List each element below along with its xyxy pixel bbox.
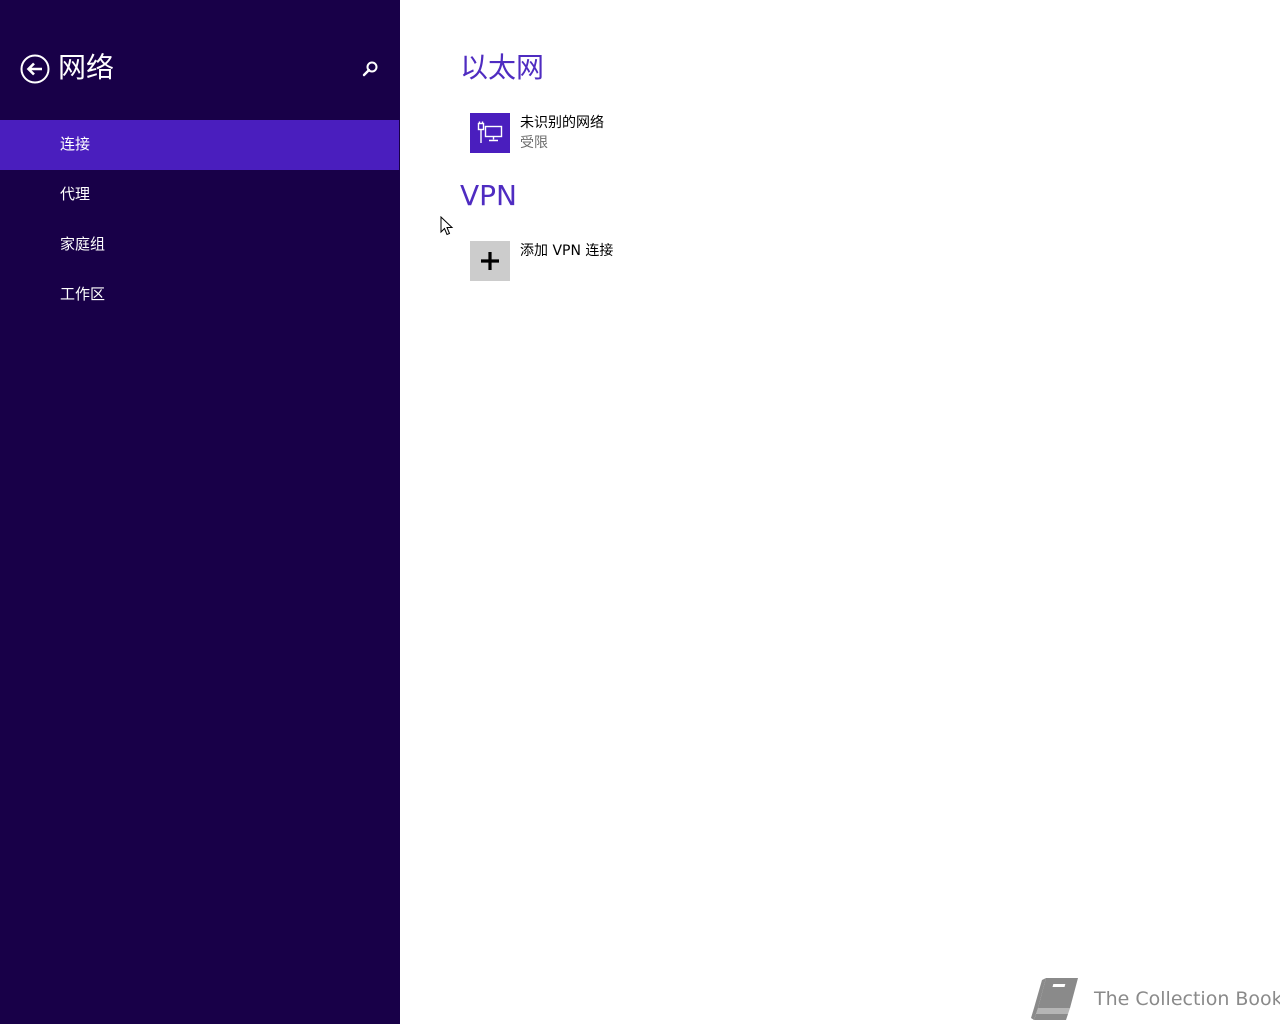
network-name: 未识别的网络: [520, 115, 604, 131]
sidebar-item-label: 工作区: [60, 285, 106, 303]
sidebar: 网络 连接 代理 家庭组 工作区: [0, 0, 400, 1024]
sidebar-item-connections[interactable]: 连接: [0, 120, 399, 170]
sidebar-item-label: 代理: [60, 185, 91, 203]
sidebar-item-label: 家庭组: [60, 235, 106, 253]
plus-icon: [481, 252, 499, 270]
sidebar-item-label: 连接: [60, 135, 91, 153]
add-vpn-tile: [470, 241, 510, 281]
book-icon: [1031, 978, 1078, 1020]
network-status: 受限: [520, 135, 548, 151]
add-vpn-label: 添加 VPN 连接: [520, 243, 614, 259]
main-content: 以太网 未识别的网络 受限 VPN 添加 VPN 连接: [400, 0, 1280, 1024]
watermark-text: The Collection Book: [1094, 988, 1280, 1010]
back-arrow-circle-icon[interactable]: [20, 54, 50, 84]
ethernet-network-icon: [477, 121, 503, 143]
sidebar-nav: 连接 代理 家庭组 工作区: [0, 120, 399, 320]
watermark: The Collection Book: [1028, 974, 1280, 1024]
page-title: 网络: [58, 51, 115, 84]
network-tile: [470, 113, 510, 153]
sidebar-item-homegroup[interactable]: 家庭组: [0, 220, 399, 270]
ethernet-section-title: 以太网: [460, 51, 545, 84]
mouse-cursor-icon: [440, 216, 454, 236]
search-icon[interactable]: [361, 60, 379, 78]
sidebar-item-workplace[interactable]: 工作区: [0, 270, 399, 320]
sidebar-item-proxy[interactable]: 代理: [0, 170, 399, 220]
vpn-section-title: VPN: [460, 179, 517, 212]
